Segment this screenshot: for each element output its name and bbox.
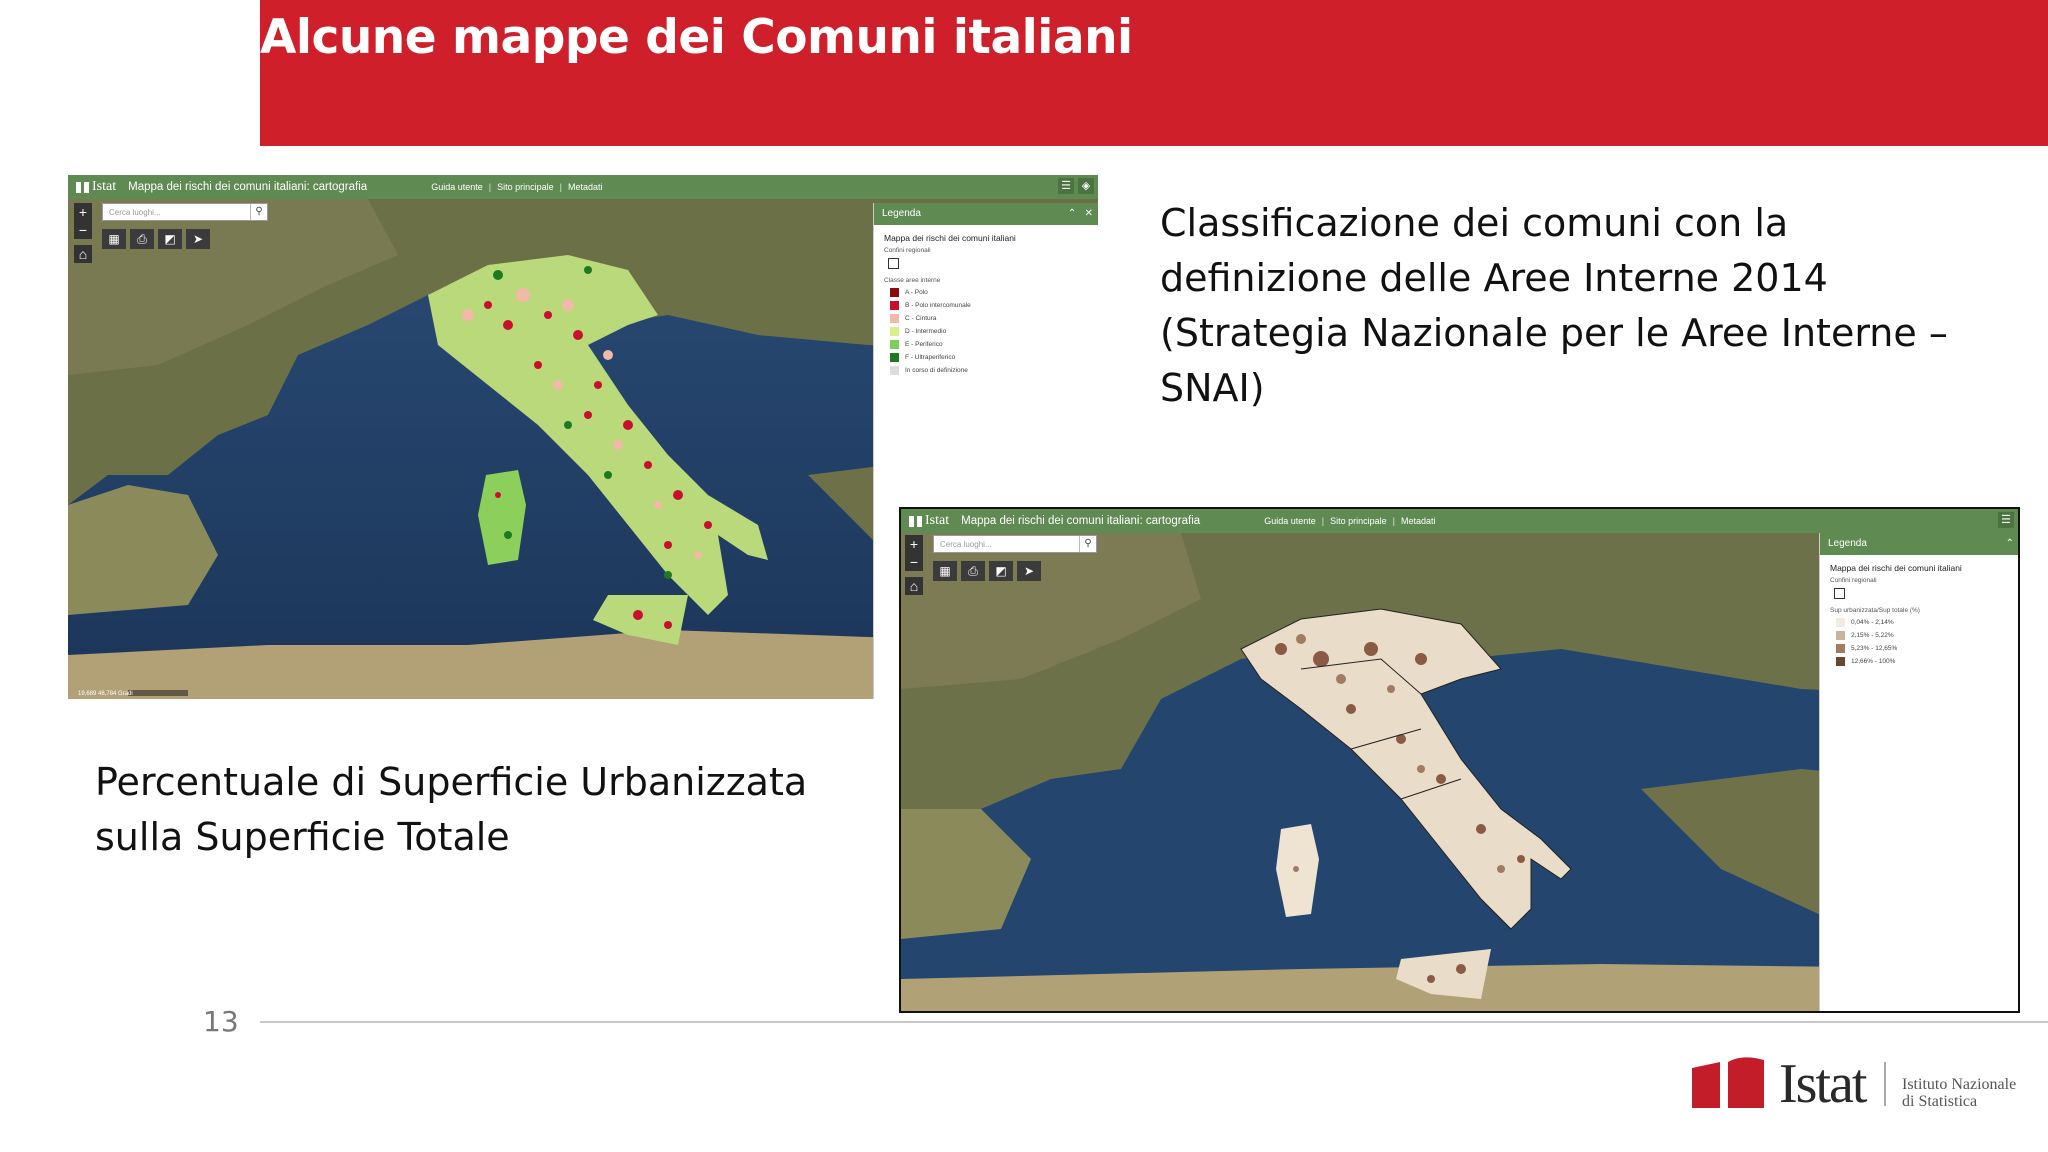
collapse-icon[interactable]: ⌃	[2006, 538, 2014, 549]
home-icon[interactable]: ⌂	[905, 577, 923, 595]
print-icon[interactable]: ⎙	[130, 229, 154, 249]
map-screenshot-superficie-urbanizzata: Istat Mappa dei rischi dei comuni italia…	[899, 507, 2020, 1013]
legend-item-label: 12,66% - 100%	[1851, 658, 1896, 665]
legend-item: D - Intermedio	[890, 327, 1089, 336]
measure-icon[interactable]: ◩	[989, 561, 1013, 581]
search-icon[interactable]: ⚲	[250, 204, 267, 220]
nav-metadati[interactable]: Metadati	[568, 182, 603, 192]
borders-checkbox[interactable]	[1834, 588, 1845, 599]
map-app-title: Mappa dei rischi dei comuni italiani: ca…	[961, 515, 1201, 527]
search-icon[interactable]: ⚲	[1079, 536, 1096, 552]
map-app-toolbar: Istat Mappa dei rischi dei comuni italia…	[901, 509, 2018, 533]
legend-item-label: C - Cintura	[905, 315, 937, 322]
basemap-gallery-icon[interactable]: ▦	[933, 561, 957, 581]
legend-item: 2,15% - 5,22%	[1836, 631, 2010, 640]
legend-swatch	[890, 314, 899, 323]
list-icon[interactable]: ☰	[1998, 512, 2014, 528]
legend-title: Mappa dei rischi dei comuni italiani	[884, 233, 1016, 243]
legend-swatch	[1836, 618, 1845, 627]
legend-class-title: Classe aree interne	[884, 277, 941, 284]
legend-header: Legenda ⌃	[1820, 533, 2018, 555]
slide-title: Alcune mappe dei Comuni italiani	[260, 10, 1133, 65]
legend-swatch	[890, 353, 899, 362]
borders-checkbox[interactable]	[888, 258, 899, 269]
map-app-title: Mappa dei rischi dei comuni italiani: ca…	[128, 181, 368, 193]
legend-item-label: In corso di definizione	[905, 367, 968, 374]
legend-swatch	[1836, 644, 1845, 653]
legend-item-label: A - Polo	[905, 289, 928, 296]
nav-metadati[interactable]: Metadati	[1401, 516, 1436, 526]
footer-divider	[260, 1021, 2048, 1023]
print-icon[interactable]: ⎙	[961, 561, 985, 581]
legend-swatch	[1836, 657, 1845, 666]
legend-swatch	[890, 327, 899, 336]
legend-swatch	[890, 366, 899, 375]
legend-title: Mappa dei rischi dei comuni italiani	[1830, 563, 1962, 573]
legend-item-label: F - Ultraperiferico	[905, 354, 956, 361]
legend-swatch	[890, 301, 899, 310]
basemap-gallery-icon[interactable]: ▦	[102, 229, 126, 249]
page-number: 13	[203, 1005, 239, 1038]
caption-superficie-urbanizzata: Percentuale di Superficie Urbanizzata su…	[95, 760, 808, 859]
legend-header: Legenda ⌃ ✕	[874, 203, 1098, 225]
measure-icon[interactable]: ◩	[158, 229, 182, 249]
legend-item-label: 5,23% - 12,65%	[1851, 645, 1898, 652]
istat-logo-subtitle: Istituto Nazionale di Statistica	[1902, 1076, 2017, 1110]
map-nav: Guida utente | Sito principale | Metadati	[431, 182, 603, 192]
legend-item: C - Cintura	[890, 314, 1089, 323]
istat-map-logo: Istat	[909, 513, 949, 529]
legend-item-label: D - Intermedio	[905, 328, 947, 335]
nav-guida-utente[interactable]: Guida utente	[431, 182, 483, 192]
caption-aree-interne: Classificazione dei comuni con la defini…	[1160, 201, 1948, 410]
legend-item: 0,04% - 2,14%	[1836, 618, 2010, 627]
istat-map-logo: Istat	[76, 179, 116, 195]
locate-icon[interactable]: ➤	[1017, 561, 1041, 581]
legend-swatch	[890, 340, 899, 349]
search-input[interactable]: Cerca luoghi... ⚲	[933, 535, 1097, 553]
search-input[interactable]: Cerca luoghi... ⚲	[102, 203, 268, 221]
legend-class-title: Sup urbanizzata/Sup totale (%)	[1830, 607, 1920, 614]
collapse-icon[interactable]: ⌃	[1068, 208, 1076, 219]
legend-item: 12,66% - 100%	[1836, 657, 2010, 666]
legend-borders-label: Confini regionali	[884, 247, 931, 254]
map-app-toolbar: Istat Mappa dei rischi dei comuni italia…	[68, 175, 1098, 199]
map-nav: Guida utente | Sito principale | Metadati	[1264, 516, 1436, 526]
list-icon[interactable]: ☰	[1058, 178, 1074, 194]
legend-item-label: 0,04% - 2,14%	[1851, 619, 1894, 626]
istat-logo-word: Istat	[1779, 1053, 1867, 1115]
legend-item: A - Polo	[890, 288, 1089, 297]
layers-icon[interactable]: ◈	[1078, 178, 1094, 194]
legend-item-label: E - Periferico	[905, 341, 943, 348]
nav-sito-principale[interactable]: Sito principale	[1330, 516, 1387, 526]
zoom-in-button[interactable]: +	[74, 203, 92, 221]
close-icon[interactable]: ✕	[1085, 208, 1093, 219]
nav-guida-utente[interactable]: Guida utente	[1264, 516, 1316, 526]
legend-item: 5,23% - 12,65%	[1836, 644, 2010, 653]
legend-swatch	[890, 288, 899, 297]
legend-item-label: 2,15% - 5,22%	[1851, 632, 1894, 639]
legend-item: F - Ultraperiferico	[890, 353, 1089, 362]
title-bar: Alcune mappe dei Comuni italiani	[260, 0, 2048, 146]
nav-sito-principale[interactable]: Sito principale	[497, 182, 554, 192]
legend-item: In corso di definizione	[890, 366, 1089, 375]
zoom-in-button[interactable]: +	[905, 535, 923, 553]
locate-icon[interactable]: ➤	[186, 229, 210, 249]
legend-item: E - Periferico	[890, 340, 1089, 349]
home-icon[interactable]: ⌂	[74, 245, 92, 263]
istat-logo-mark-icon	[1692, 1057, 1764, 1108]
legend-item: B - Polo intercomunale	[890, 301, 1089, 310]
legend-swatch	[1836, 631, 1845, 640]
legend-panel: Legenda ⌃ Mappa dei rischi dei comuni it…	[1819, 533, 2018, 1011]
istat-logo: Istat	[1690, 1053, 1930, 1116]
zoom-out-button[interactable]: −	[74, 221, 92, 239]
legend-item-label: B - Polo intercomunale	[905, 302, 971, 309]
zoom-out-button[interactable]: −	[905, 553, 923, 571]
legend-borders-label: Confini regionali	[1830, 577, 1877, 584]
coordinates-readout: 19,689 46,784 Gradi	[78, 691, 133, 697]
